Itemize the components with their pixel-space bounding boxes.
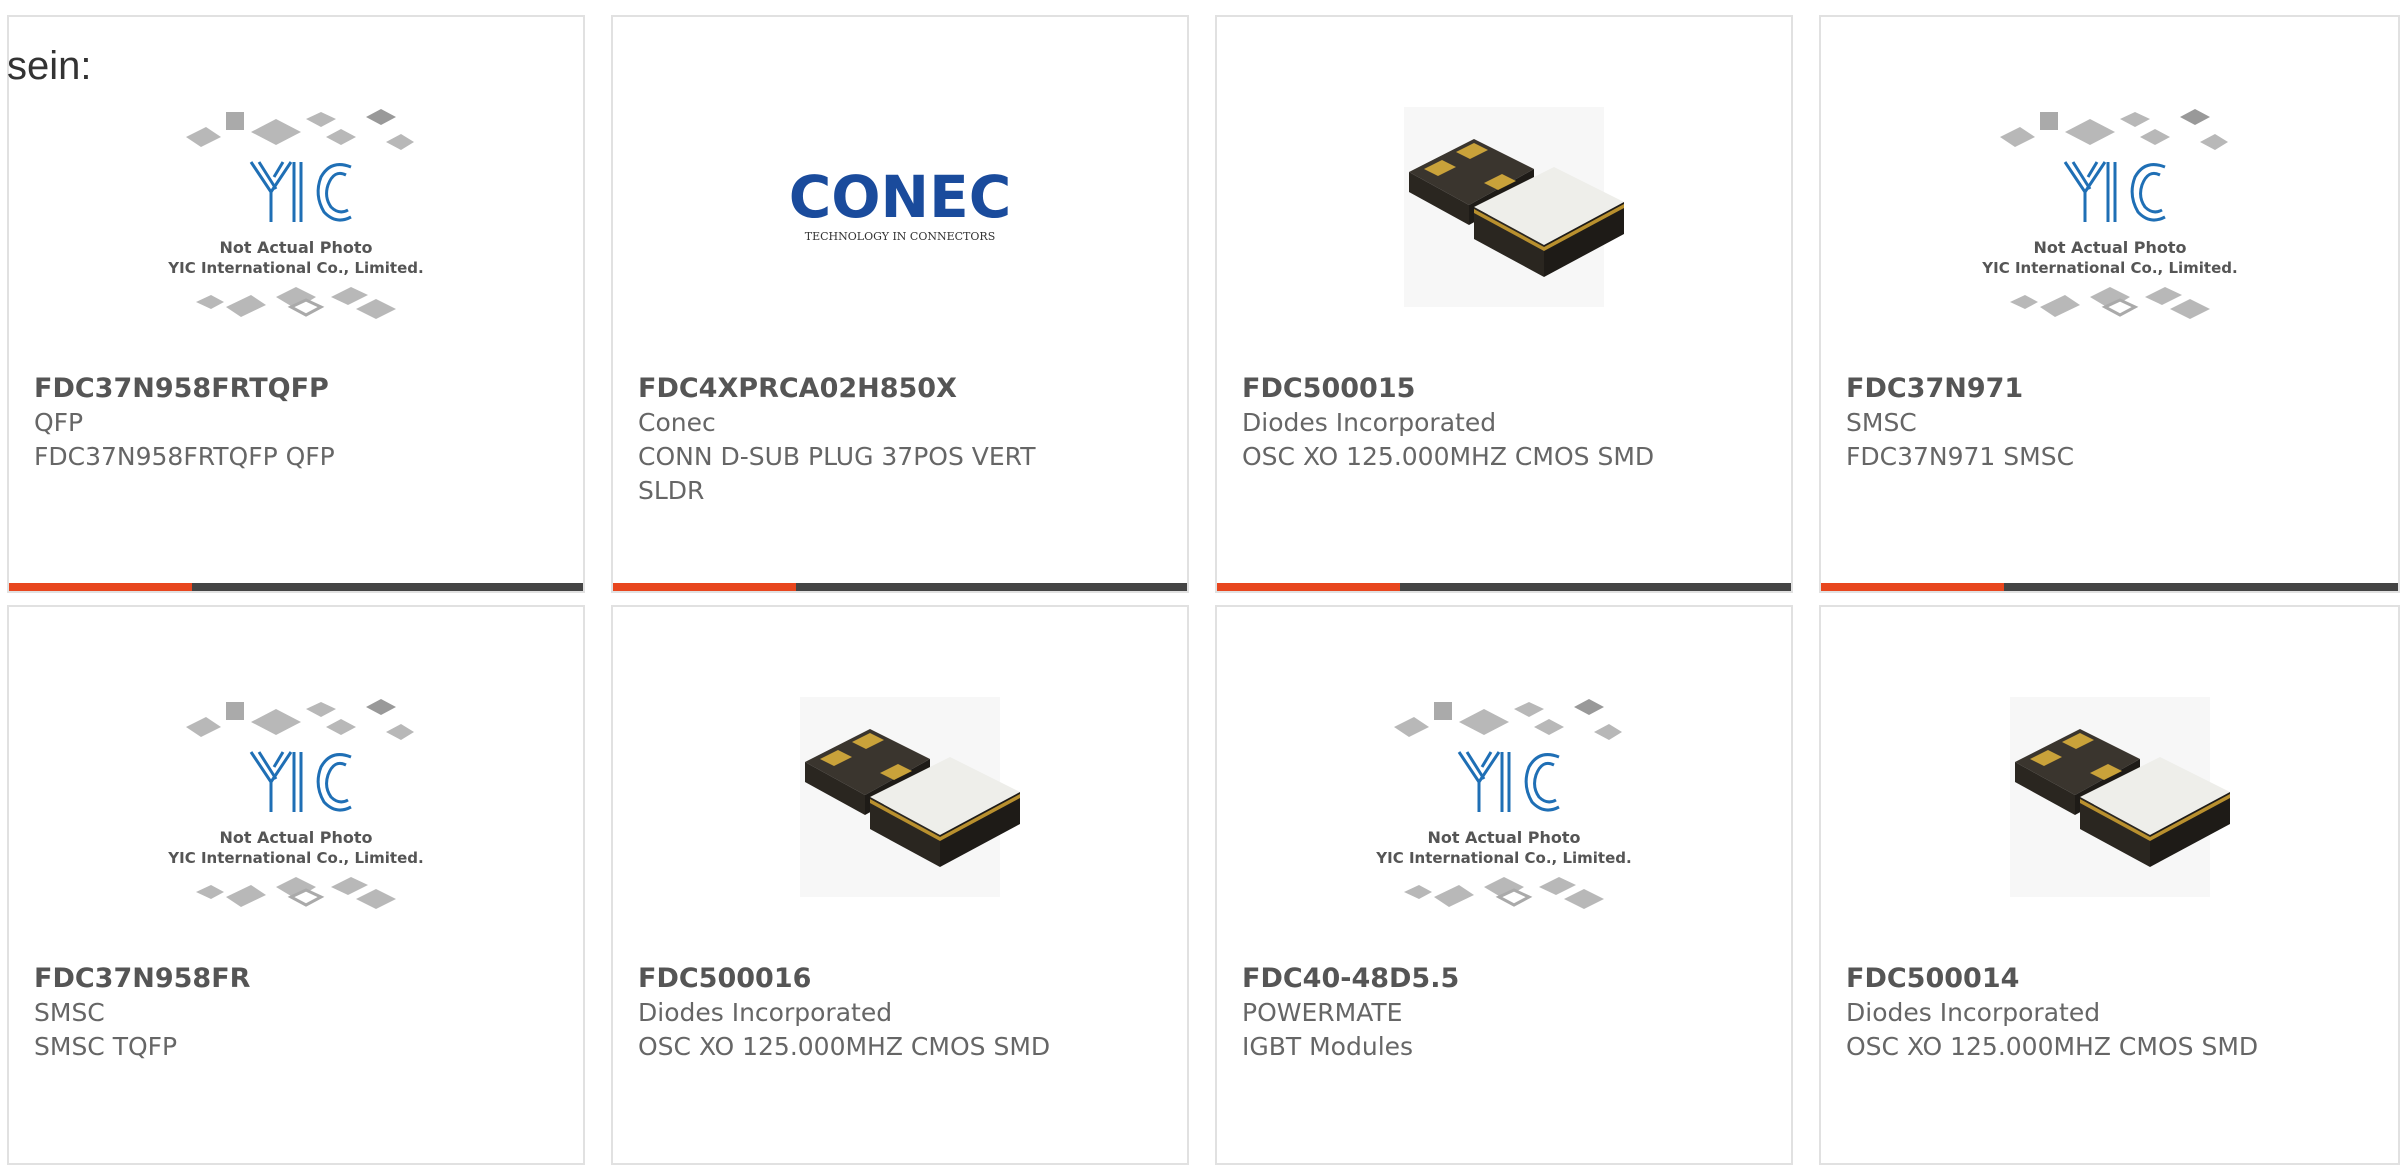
manufacturer: Diodes Incorporated — [1846, 998, 2101, 1027]
description: CONN D-SUB PLUG 37POS VERT SLDR — [638, 442, 1036, 505]
part-number[interactable]: FDC500016 — [638, 962, 1167, 996]
part-number[interactable]: FDC40-48D5.5 — [1242, 962, 1771, 996]
product-card[interactable]: CONEC TECHNOLOGY IN CONNECTORS FDC4XPRCA… — [611, 15, 1189, 593]
product-card[interactable]: Not Actual Photo YIC International Co., … — [7, 15, 585, 593]
logo-tagline: TECHNOLOGY IN CONNECTORS — [805, 230, 995, 243]
manufacturer: POWERMATE — [1242, 998, 1403, 1027]
oscillator-image — [2009, 697, 2230, 897]
description: SMSC TQFP — [34, 1032, 178, 1061]
part-number[interactable]: FDC37N971 — [1846, 372, 2378, 406]
manufacturer: QFP — [34, 408, 84, 437]
part-number[interactable]: FDC4XPRCA02H850X — [638, 372, 1167, 406]
manufacturer: SMSC — [1846, 408, 1917, 437]
description: IGBT Modules — [1242, 1032, 1414, 1061]
product-card[interactable]: Not Actual Photo YIC International Co., … — [1215, 605, 1793, 1165]
manufacturer: Diodes Incorporated — [638, 998, 893, 1027]
part-number[interactable]: FDC37N958FRTQFP — [34, 372, 563, 406]
conec-logo-image: CONEC TECHNOLOGY IN CONNECTORS — [789, 163, 1012, 243]
product-card[interactable]: Not Actual Photo YIC International Co., … — [1819, 15, 2400, 593]
oscillator-image — [1404, 107, 1624, 307]
placeholder-line1: Not Actual Photo — [2033, 238, 2186, 257]
product-card[interactable]: FDC500015 Diodes Incorporated OSC XO 125… — [1215, 15, 1793, 593]
logo-text: CONEC — [789, 163, 1012, 231]
description: FDC37N958FRTQFP QFP — [34, 442, 335, 471]
product-card[interactable]: FDC500014 Diodes Incorporated OSC XO 125… — [1819, 605, 2400, 1165]
oscillator-image — [800, 697, 1020, 897]
manufacturer: Diodes Incorporated — [1242, 408, 1497, 437]
manufacturer: Conec — [638, 408, 716, 437]
product-card[interactable]: Not Actual Photo YIC International Co., … — [7, 605, 585, 1165]
description: OSC XO 125.000MHZ CMOS SMD — [638, 1032, 1051, 1061]
placeholder-line1: Not Actual Photo — [219, 238, 372, 257]
lead-text: sein: — [7, 44, 92, 88]
placeholder-line2: YIC International Co., Limited. — [1375, 849, 1631, 867]
card-bar-accent — [9, 583, 192, 591]
product-card[interactable]: FDC500016 Diodes Incorporated OSC XO 125… — [611, 605, 1189, 1165]
card-bar-accent — [613, 583, 796, 591]
description: FDC37N971 SMSC — [1846, 442, 2075, 471]
card-bar-accent — [1821, 583, 2004, 591]
placeholder-line2: YIC International Co., Limited. — [167, 849, 423, 867]
placeholder-line2: YIC International Co., Limited. — [1981, 259, 2237, 277]
manufacturer: SMSC — [34, 998, 105, 1027]
yic-placeholder-image: Not Actual Photo YIC International Co., … — [167, 109, 424, 319]
card-bar-accent — [1217, 583, 1400, 591]
description: OSC XO 125.000MHZ CMOS SMD — [1242, 442, 1655, 471]
placeholder-line1: Not Actual Photo — [1427, 828, 1580, 847]
part-number[interactable]: FDC500015 — [1242, 372, 1771, 406]
yic-placeholder-image: Not Actual Photo YIC International Co., … — [1375, 699, 1632, 909]
placeholder-line1: Not Actual Photo — [219, 828, 372, 847]
part-number[interactable]: FDC500014 — [1846, 962, 2378, 996]
yic-placeholder-image: Not Actual Photo YIC International Co., … — [1981, 109, 2237, 319]
yic-placeholder-image: Not Actual Photo YIC International Co., … — [167, 699, 424, 909]
description: OSC XO 125.000MHZ CMOS SMD — [1846, 1032, 2259, 1061]
part-number[interactable]: FDC37N958FR — [34, 962, 563, 996]
placeholder-line2: YIC International Co., Limited. — [167, 259, 423, 277]
